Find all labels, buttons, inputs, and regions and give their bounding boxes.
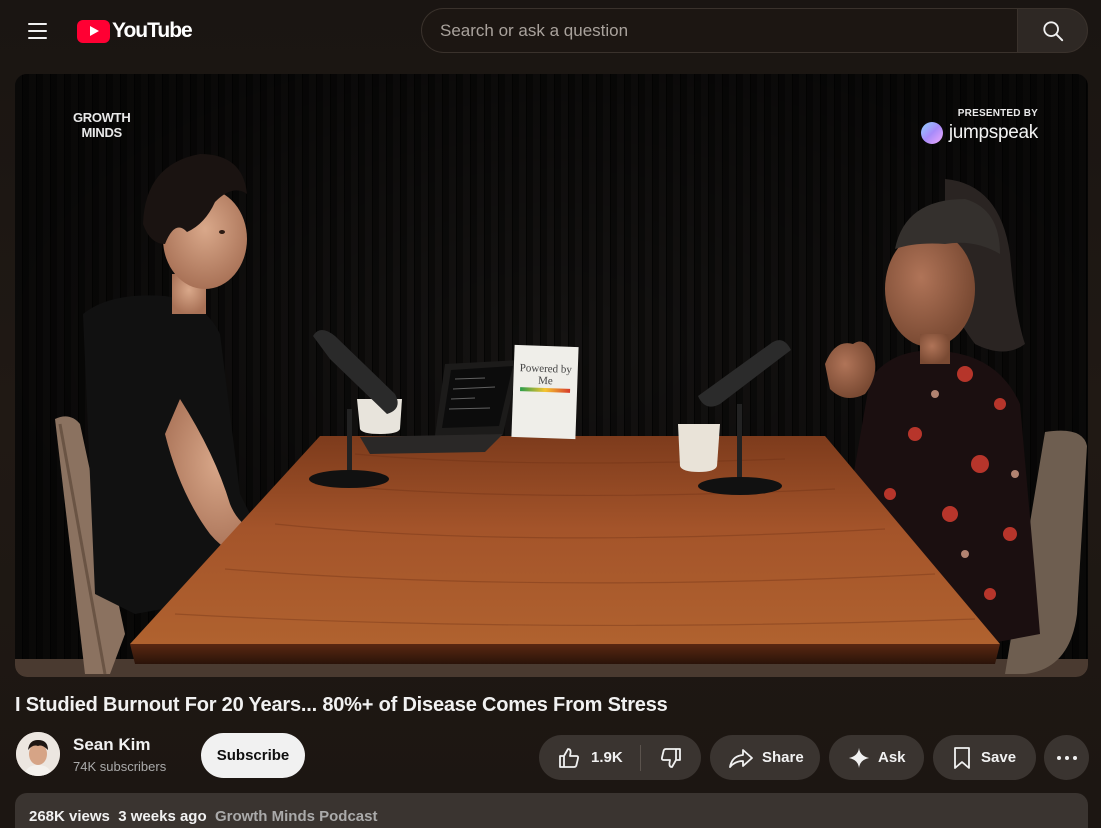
subscriber-count: 74K subscribers [73,759,167,774]
upload-date: 3 weeks ago [118,808,207,825]
share-label: Share [762,749,804,766]
sponsor-logo: jumpspeak [920,122,1038,144]
like-button[interactable]: 1.9K [539,735,640,780]
sponsor-name: jumpspeak [948,122,1038,143]
save-button[interactable]: Save [933,735,1036,780]
view-count: 268K views [29,808,110,825]
more-actions-button[interactable] [1044,735,1089,780]
like-dislike-group: 1.9K [539,735,701,780]
search-button[interactable] [1017,8,1088,53]
video-meta: 268K views 3 weeks ago Growth Minds Podc… [29,808,377,825]
youtube-logo[interactable]: YouTube [77,17,193,45]
bookmark-icon [954,746,970,769]
channel-tag-link[interactable]: Growth Minds Podcast [215,808,378,825]
hamburger-menu-icon[interactable] [22,16,54,46]
svg-text:Me: Me [538,375,553,388]
description-box[interactable]: 268K views 3 weeks ago Growth Minds Podc… [15,793,1088,828]
book-title: Powered by [519,362,572,376]
sparkle-icon [848,747,870,768]
thumbs-down-icon [661,747,681,768]
top-bar: YouTube [0,0,1101,62]
logo-text: YouTube [112,19,193,42]
thumbs-up-icon [559,747,579,768]
save-label: Save [981,749,1017,766]
ask-label: Ask [878,749,906,766]
search-bar [421,8,1088,53]
like-count: 1.9K [591,749,623,766]
avatar[interactable] [16,732,60,776]
channel-name[interactable]: Sean Kim [73,735,150,755]
more-horizontal-icon [1056,755,1061,760]
jumpspeak-logo-icon [920,122,943,144]
video-frame: Powered by Me [15,74,1088,677]
presented-by-label: PRESENTED BY [957,108,1038,119]
search-input[interactable] [421,8,1017,53]
share-button[interactable]: Share [710,735,820,780]
subscribe-button[interactable]: Subscribe [201,733,305,778]
youtube-play-icon [77,19,110,43]
dislike-button[interactable] [641,735,701,780]
ask-button[interactable]: Ask [829,735,924,780]
share-arrow-icon [729,748,753,768]
sponsor-overlay: PRESENTED BY jumpspeak [920,108,1038,144]
avatar-image [16,732,60,776]
search-icon [1042,20,1063,41]
video-player[interactable]: Powered by Me GROWTH MINDS PRESENTED BY … [15,74,1088,677]
video-title: I Studied Burnout For 20 Years... 80%+ o… [15,694,668,716]
growth-minds-brand: GROWTH MINDS [73,110,131,140]
